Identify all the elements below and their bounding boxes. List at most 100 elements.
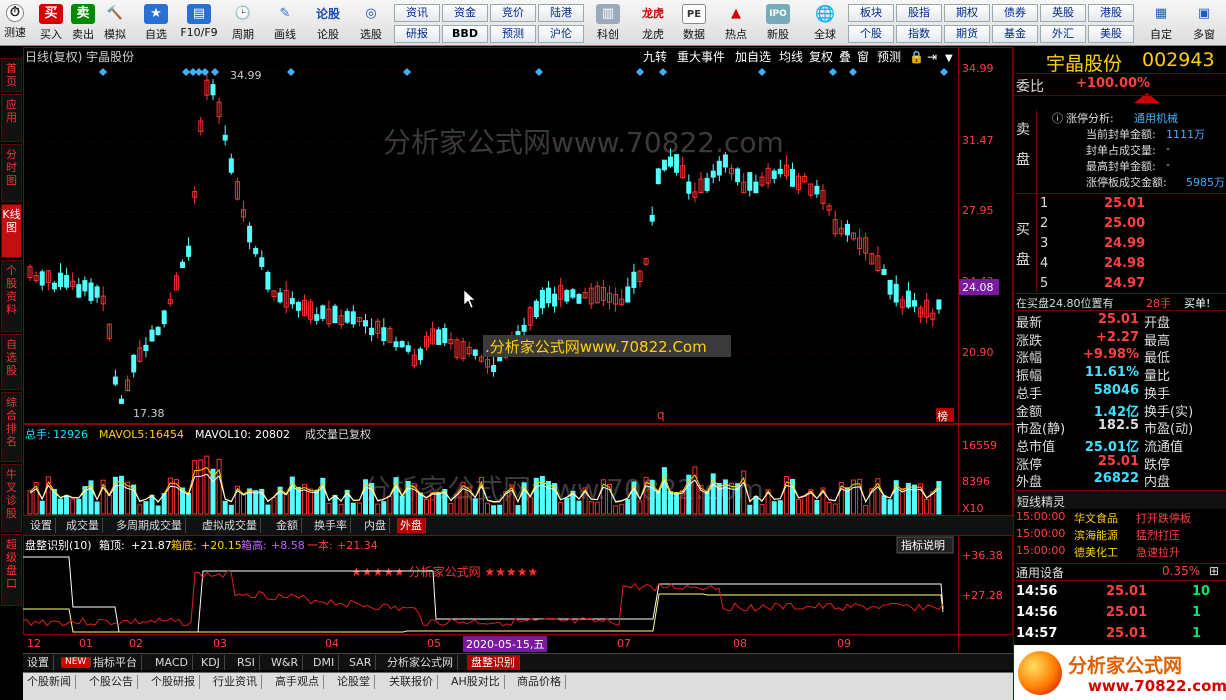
nav-ranking[interactable]: 综合排名: [1, 392, 22, 462]
vol-tab-inner[interactable]: 内盘: [361, 518, 390, 533]
ind-tab-macd[interactable]: MACD: [151, 655, 193, 670]
f10-button[interactable]: ▤ F10/F9: [180, 3, 218, 43]
kline-chart-svg[interactable]: 日线(复权) 宇晶股份 九转 重大事件 加自选 均线 复权 叠 窗 预测 🔒 ⇥…: [22, 47, 1013, 670]
news-tab-2[interactable]: 个股研报: [147, 675, 200, 689]
bid-row[interactable]: 5 24.97: [1014, 276, 1226, 293]
data-button[interactable]: PE 数据: [678, 3, 710, 43]
ind-tab-fxj[interactable]: 分析家公式网: [383, 655, 458, 670]
x-tick-4: 04: [325, 637, 339, 650]
news-tab-5[interactable]: 论股堂: [333, 675, 375, 689]
ind-tab-platform[interactable]: 指标平台: [89, 655, 142, 670]
vol-tab-amount[interactable]: 金额: [273, 518, 302, 533]
ind-tab-sar[interactable]: SAR: [345, 655, 377, 670]
grid-btn-8[interactable]: 英股: [1040, 4, 1086, 22]
grid-btn-5[interactable]: 股指: [896, 4, 942, 22]
news-tab-0[interactable]: 个股新闻: [23, 675, 76, 689]
nav-stock-info[interactable]: 个股资料: [1, 260, 22, 332]
vol-tab-virtual[interactable]: 虚拟成交量: [199, 518, 261, 533]
exit-icon[interactable]: ⇥: [927, 50, 937, 64]
volume-bar: [655, 490, 661, 515]
customize-button[interactable]: ▦ 自定: [1146, 3, 1176, 43]
grid-btn-3[interactable]: 陆港: [538, 4, 584, 22]
vol-tab-multi[interactable]: 多周期成交量: [113, 518, 186, 533]
grid-btn-4[interactable]: 板块: [848, 4, 894, 22]
nav-watchlist[interactable]: 自选股: [1, 334, 22, 390]
grid-btn-0[interactable]: 资讯: [394, 4, 440, 22]
grid-btn-b4[interactable]: 个股: [848, 25, 894, 43]
btn-window[interactable]: 窗: [857, 50, 869, 64]
buy-button[interactable]: 买买入: [38, 3, 64, 43]
nav-kline[interactable]: K线图: [1, 204, 22, 258]
btn-jiuzhuan[interactable]: 九转: [643, 49, 667, 64]
switch-icon[interactable]: ⊞: [1209, 564, 1219, 578]
draw-line-button[interactable]: ✎ 画线: [268, 3, 302, 43]
grid-btn-b0[interactable]: 研报: [394, 25, 440, 43]
ind-tab-kdj[interactable]: KDJ: [197, 655, 225, 670]
grid-btn-1[interactable]: 资金: [442, 4, 488, 22]
vol-tab-volume[interactable]: 成交量: [63, 518, 103, 533]
btn-forecast[interactable]: 预测: [877, 50, 901, 64]
multi-window-button[interactable]: ▣ 多窗: [1186, 3, 1222, 43]
grid-btn-b7[interactable]: 基金: [992, 25, 1038, 43]
grid-btn-b1[interactable]: BBD: [442, 25, 488, 43]
btn-adjust[interactable]: 复权: [809, 50, 833, 64]
grid-btn-b9[interactable]: 美股: [1088, 25, 1134, 43]
elf-row[interactable]: 15:00:00 德美化工 急速拉升: [1014, 544, 1226, 561]
grid-btn-b3[interactable]: 沪伦: [538, 25, 584, 43]
grid-btn-b6[interactable]: 期货: [944, 25, 990, 43]
news-tab-7[interactable]: AH股对比: [447, 675, 505, 689]
sell-button[interactable]: 卖卖出: [70, 3, 96, 43]
btn-ma[interactable]: 均线: [779, 50, 803, 64]
ind-tab-settings[interactable]: 设置: [23, 655, 54, 670]
discuss-button[interactable]: 论股 论股: [312, 3, 344, 43]
nav-apps[interactable]: 应用: [1, 94, 22, 142]
grid-btn-7[interactable]: 债券: [992, 4, 1038, 22]
grid-btn-2[interactable]: 竞价: [490, 4, 536, 22]
elf-row[interactable]: 15:00:00 滨海能源 猛烈打压: [1014, 527, 1226, 544]
industry-name[interactable]: 通用设备: [1016, 564, 1064, 581]
vol-tab-outer[interactable]: 外盘: [397, 518, 426, 533]
btn-add-watch[interactable]: 加自选: [735, 50, 771, 64]
nav-home[interactable]: 首页: [1, 58, 22, 92]
grid-btn-b5[interactable]: 指数: [896, 25, 942, 43]
lock-icon[interactable]: 🔒: [909, 50, 924, 64]
news-tab-8[interactable]: 商品价格: [513, 675, 566, 689]
nav-diagnosis[interactable]: 牛叉诊股: [1, 464, 22, 532]
ind-tab-rsi[interactable]: RSI: [233, 655, 260, 670]
btn-major-events[interactable]: 重大事件: [677, 50, 725, 64]
grid-btn-6[interactable]: 期权: [944, 4, 990, 22]
watchlist-button[interactable]: ★ 自选: [140, 3, 172, 43]
stock-picker-button[interactable]: ◎ 选股: [354, 3, 388, 43]
dragon-tiger-button[interactable]: 龙虎 龙虎: [636, 3, 670, 43]
candle-body: [143, 344, 149, 352]
btn-overlay[interactable]: 叠: [839, 50, 851, 64]
news-tab-1[interactable]: 个股公告: [85, 675, 138, 689]
grid-btn-b8[interactable]: 外汇: [1040, 25, 1086, 43]
hotspot-button[interactable]: ▲ 热点: [720, 3, 752, 43]
grid-btn-9[interactable]: 港股: [1088, 4, 1134, 22]
news-tab-3[interactable]: 行业资讯: [209, 675, 262, 689]
bid-row[interactable]: 4 24.98: [1014, 256, 1226, 273]
dropdown-icon[interactable]: ▼: [945, 53, 953, 64]
vol-tab-settings[interactable]: 设置: [27, 518, 56, 533]
news-tab-6[interactable]: 关联报价: [385, 675, 438, 689]
ind-tab-consolidation[interactable]: 盘整识别: [467, 655, 520, 670]
global-button[interactable]: 🌐 全球: [804, 3, 846, 43]
vol-tab-turnover[interactable]: 换手率: [311, 518, 351, 533]
speed-button[interactable]: ⏱ 测速: [2, 3, 28, 43]
zt-analysis-value[interactable]: 通用机械: [1134, 110, 1178, 126]
simulate-button[interactable]: 🔨 模拟: [101, 3, 129, 43]
bid-row[interactable]: 1 25.01: [1014, 196, 1226, 213]
period-button[interactable]: 🕒 周期: [226, 3, 260, 43]
ipo-button[interactable]: IPO 新股: [762, 3, 794, 43]
bid-row[interactable]: 2 25.00: [1014, 216, 1226, 233]
news-tab-4[interactable]: 高手观点: [271, 675, 324, 689]
nav-timeshare[interactable]: 分时图: [1, 144, 22, 202]
ind-tab-wr[interactable]: W&R: [267, 655, 304, 670]
grid-btn-b2[interactable]: 预测: [490, 25, 536, 43]
kechuang-button[interactable]: ▥ 科创: [592, 3, 624, 43]
ind-tab-dmi[interactable]: DMI: [309, 655, 340, 670]
nav-super-order[interactable]: 超级盘口: [1, 534, 22, 606]
bid-row[interactable]: 3 24.99: [1014, 236, 1226, 253]
elf-row[interactable]: 15:00:00 华文食品 打开跌停板: [1014, 510, 1226, 527]
